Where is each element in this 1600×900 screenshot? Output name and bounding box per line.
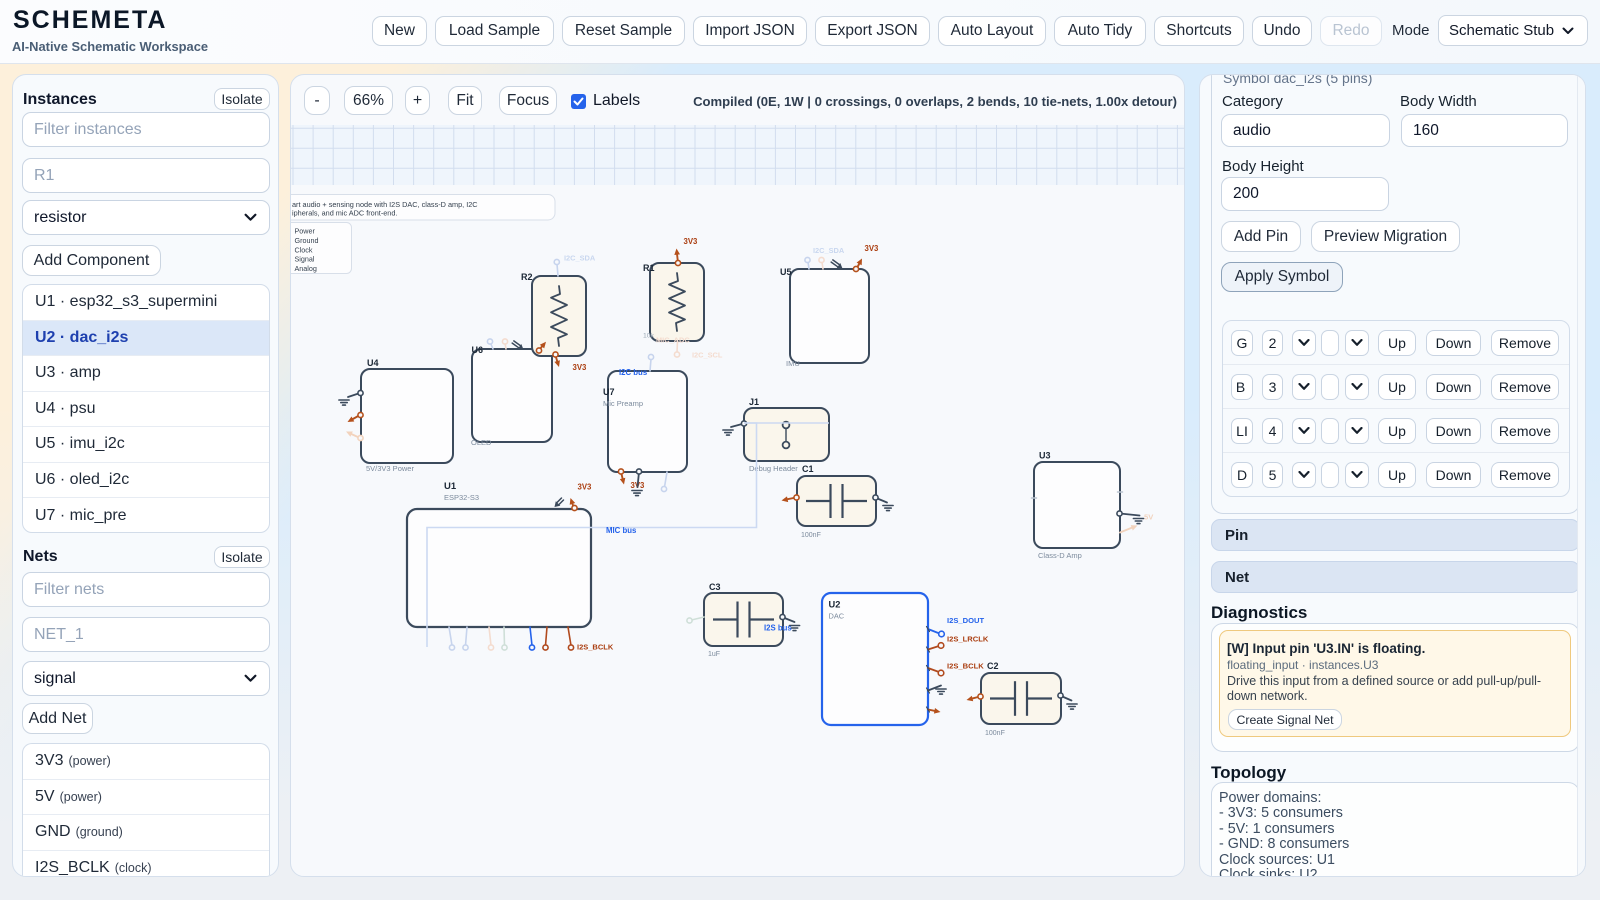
svg-text:10k: 10k	[643, 333, 655, 340]
svg-text:U2: U2	[829, 600, 841, 610]
svg-text:C1: C1	[802, 464, 814, 474]
svg-text:100nF: 100nF	[801, 532, 821, 539]
svg-text:ESP32-S3: ESP32-S3	[444, 493, 479, 502]
svg-text:I2S_DOUT: I2S_DOUT	[947, 616, 984, 625]
svg-text:Analog: Analog	[295, 264, 317, 273]
svg-text:I2C_SCL: I2C_SCL	[692, 351, 723, 360]
svg-text:I2C_SDA: I2C_SDA	[564, 254, 596, 263]
svg-text:MIC bus: MIC bus	[606, 526, 637, 535]
svg-text:Clock: Clock	[295, 245, 313, 254]
svg-text:I2S_LRCLK: I2S_LRCLK	[947, 635, 989, 644]
svg-text:U3: U3	[1039, 451, 1051, 461]
svg-text:I2S_BCLK: I2S_BCLK	[947, 662, 984, 671]
svg-text:R2: R2	[521, 272, 533, 282]
svg-text:U6: U6	[472, 345, 484, 355]
svg-text:100nF: 100nF	[985, 730, 1005, 737]
svg-text:U7: U7	[603, 387, 615, 397]
svg-text:Power: Power	[295, 227, 316, 236]
svg-text:Class-D Amp: Class-D Amp	[1038, 551, 1082, 560]
svg-text:Signal: Signal	[295, 255, 315, 264]
svg-text:U1: U1	[444, 481, 457, 492]
svg-text:U4: U4	[367, 358, 379, 368]
svg-text:U5: U5	[780, 267, 792, 277]
svg-text:MIC_ADC: MIC_ADC	[656, 336, 690, 345]
svg-text:3V3: 3V3	[573, 363, 588, 372]
svg-text:IMU: IMU	[786, 359, 800, 368]
svg-text:5V: 5V	[1144, 513, 1154, 522]
svg-text:I2C_SDA: I2C_SDA	[813, 246, 845, 255]
svg-text:R1: R1	[643, 263, 655, 273]
svg-text:3V3: 3V3	[865, 244, 880, 253]
svg-text:OLED: OLED	[471, 438, 492, 447]
svg-text:C2: C2	[987, 661, 999, 671]
svg-text:3V3: 3V3	[684, 237, 699, 246]
svg-text:5V/3V3 Power: 5V/3V3 Power	[366, 464, 414, 473]
svg-text:I2S bus: I2S bus	[764, 624, 792, 633]
svg-text:I2S_BCLK: I2S_BCLK	[577, 643, 614, 652]
svg-text:I2C bus: I2C bus	[619, 368, 648, 377]
svg-text:C3: C3	[709, 582, 721, 592]
svg-text:ipherals, and mic ADC front-en: ipherals, and mic ADC front-end.	[292, 209, 397, 218]
svg-text:Mic Preamp: Mic Preamp	[603, 399, 643, 408]
svg-text:Ground: Ground	[295, 236, 319, 245]
svg-text:DAC: DAC	[829, 612, 845, 621]
svg-text:3V3: 3V3	[578, 483, 593, 492]
svg-text:1uF: 1uF	[708, 651, 720, 658]
svg-text:J1: J1	[749, 397, 759, 407]
